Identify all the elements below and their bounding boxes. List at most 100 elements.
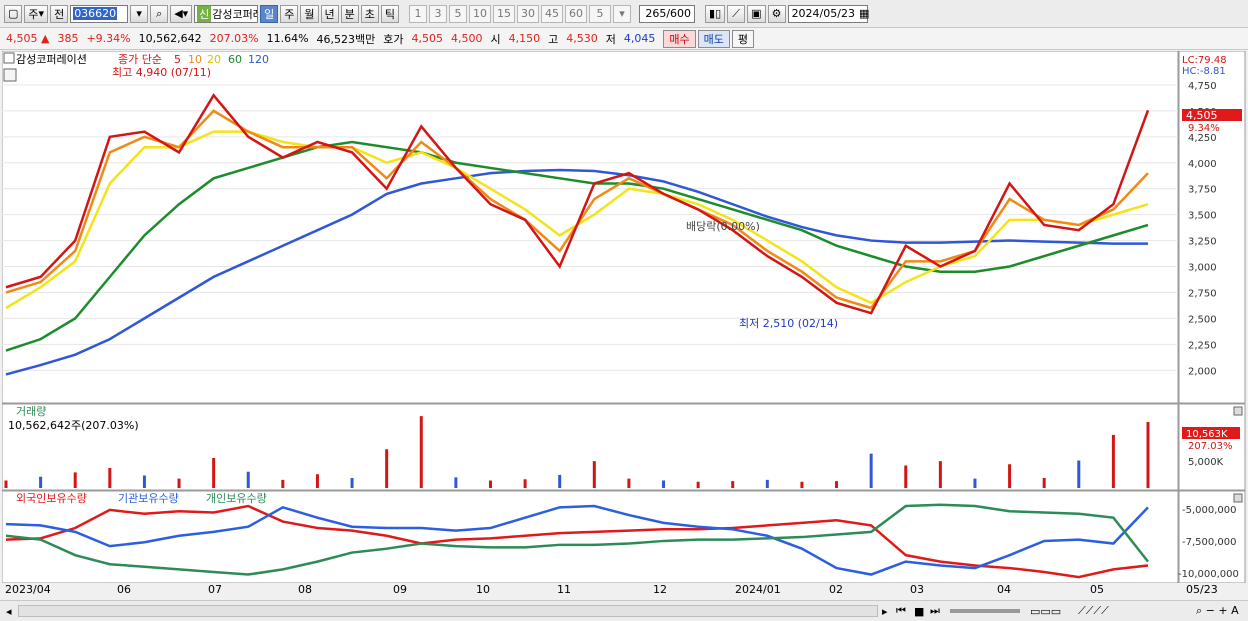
- price-tick-label: 3,750: [1188, 185, 1217, 196]
- holdings-close-icon[interactable]: [1233, 493, 1243, 503]
- ma-20-label: 20: [207, 53, 221, 66]
- volume-bar: [1042, 478, 1046, 488]
- volume-bar: [385, 449, 389, 488]
- x-label-0523: 05/23: [1186, 583, 1218, 596]
- period-day-button[interactable]: 일: [260, 4, 279, 23]
- low-price: 4,045: [623, 32, 656, 45]
- volume-bar: [835, 481, 839, 488]
- bottom-scrollbar[interactable]: ◂ ▸ ⏮ ■ ⏭ ▭▭▭ ⟋⟋⟋⟋ ⌕ − + A: [0, 600, 1248, 621]
- first-page-icon[interactable]: ⏮: [896, 604, 906, 618]
- stock-code-input[interactable]: 036620: [70, 4, 129, 23]
- x-label-06: 06: [117, 583, 131, 596]
- volume-bar: [177, 478, 181, 488]
- volume-bar: [731, 481, 735, 488]
- price-tick-label: 4,000: [1188, 159, 1217, 170]
- candle-type-icon[interactable]: ▮▯: [705, 4, 726, 23]
- x-label-11: 11: [557, 583, 571, 596]
- panel-toggle-icon[interactable]: [3, 52, 15, 64]
- volume-last-tag: 10,563K: [1186, 429, 1228, 440]
- code-dropdown-button[interactable]: ▾: [130, 4, 149, 23]
- zoom-tools-icons[interactable]: ⌕ − + A: [1196, 604, 1239, 618]
- interval-15-button[interactable]: 15: [493, 4, 516, 23]
- current-price: 4,505 ▲: [6, 32, 49, 45]
- period-minute-button[interactable]: 분: [340, 4, 359, 23]
- price-change-pct: +9.34%: [86, 32, 131, 45]
- price-tick-label: 4,250: [1188, 133, 1217, 144]
- x-label-03: 03: [910, 583, 924, 596]
- scroll-left-icon[interactable]: ◂: [6, 605, 12, 618]
- period-month-button[interactable]: 월: [300, 4, 319, 23]
- volume-bar: [523, 479, 527, 488]
- gear-icon[interactable]: ⚙: [767, 4, 786, 23]
- x-label-02: 02: [829, 583, 843, 596]
- stock-name-field[interactable]: 신 감성코퍼레: [194, 4, 259, 23]
- chart-area[interactable]: 감성코퍼레이션 종가 단순 5 10 20 60 120 최고 4,940 (0…: [1, 50, 1246, 586]
- x-label-09: 09: [393, 583, 407, 596]
- interval-5-button[interactable]: 5: [449, 4, 468, 23]
- stock-chart-svg[interactable]: 감성코퍼레이션 종가 단순 5 10 20 60 120 최고 4,940 (0…: [1, 50, 1246, 584]
- volume-panel-bg: [1, 403, 1179, 491]
- interval-10-button[interactable]: 10: [469, 4, 492, 23]
- individual-holding-label: 개인보유수량: [206, 492, 267, 505]
- volume-bar: [1008, 464, 1012, 488]
- volume-bar: [869, 453, 873, 488]
- data-count-field[interactable]: 265/600: [639, 4, 696, 23]
- interval-dropdown-button[interactable]: ▾: [613, 4, 632, 23]
- period-year-button[interactable]: 년: [320, 4, 339, 23]
- save-icon[interactable]: ▣: [747, 4, 766, 23]
- draw-tools-icons[interactable]: ⟋⟋⟋⟋: [1078, 604, 1109, 618]
- sell-button[interactable]: 매도: [697, 29, 730, 48]
- buy-button[interactable]: 매수: [663, 29, 696, 48]
- next-page-icon[interactable]: ⏭: [930, 604, 940, 618]
- search-icon[interactable]: ⌕: [150, 4, 169, 23]
- ma-10-label: 10: [188, 53, 202, 66]
- volume-bar: [246, 471, 250, 488]
- layout-icons[interactable]: ▭▭▭: [1030, 605, 1061, 618]
- period-tick-button[interactable]: 틱: [380, 4, 400, 23]
- scroll-right-icon[interactable]: ▸: [882, 605, 888, 618]
- ma-60-label: 60: [228, 53, 242, 66]
- low-annotation: 최저 2,510 (02/14): [739, 317, 838, 330]
- period-second-button[interactable]: 초: [360, 4, 379, 23]
- interval-value-field[interactable]: 5: [589, 4, 612, 23]
- dividend-annotation: 배당락(0.00%): [686, 220, 760, 233]
- institution-holding-label: 기관보유수량: [118, 492, 179, 505]
- volume-bar: [1111, 434, 1115, 488]
- interval-60-button[interactable]: 60: [565, 4, 588, 23]
- volume-bar: [592, 461, 596, 488]
- volume-close-icon[interactable]: [1233, 406, 1243, 416]
- interval-45-button[interactable]: 45: [541, 4, 564, 23]
- stock-code-value: 036620: [73, 7, 118, 20]
- speaker-icon[interactable]: ◀▾: [170, 4, 193, 23]
- volume-value-label: 10,562,642주(207.03%): [8, 419, 139, 432]
- ma-120-label: 120: [248, 53, 269, 66]
- turnover-rate: 11.64%: [266, 32, 309, 45]
- high-price: 4,530: [566, 32, 598, 45]
- chart-settings-icon[interactable]: ▢: [4, 4, 23, 23]
- volume-bar: [281, 479, 285, 488]
- volume-bar: [558, 474, 562, 488]
- price-tick-label: 2,500: [1188, 314, 1217, 325]
- volume-bar: [142, 475, 146, 488]
- calendar-icon[interactable]: ▦: [859, 7, 869, 20]
- avg-price-button[interactable]: 평: [731, 29, 755, 48]
- volume-bar: [108, 468, 112, 488]
- stop-icon[interactable]: ■: [914, 605, 924, 618]
- high-annotation: 최고 4,940 (07/11): [112, 66, 211, 79]
- market-type-select[interactable]: 주 ▾: [24, 4, 49, 23]
- zoom-slider[interactable]: [950, 609, 1020, 613]
- period-week-button[interactable]: 주: [280, 4, 299, 23]
- volume-bar: [904, 465, 908, 488]
- trend-line-icon[interactable]: ⟋: [727, 4, 746, 23]
- scroll-track[interactable]: [18, 605, 878, 617]
- prev-button[interactable]: 전: [50, 4, 69, 23]
- interval-3-button[interactable]: 3: [429, 4, 448, 23]
- last-pct-tag: 9.34%: [1188, 123, 1220, 134]
- interval-1-button[interactable]: 1: [409, 4, 428, 23]
- top-toolbar: ▢ 주 ▾ 전 036620 ▾ ⌕ ◀▾ 신 감성코퍼레 일 주 월 년 분 초 …: [0, 0, 1248, 28]
- date-field[interactable]: 2024/05/23 ▦: [787, 4, 869, 23]
- grid-toggle-icon[interactable]: [3, 68, 17, 82]
- up-arrow-icon: ▲: [41, 32, 50, 45]
- interval-30-button[interactable]: 30: [517, 4, 540, 23]
- ask-price: 4,505: [411, 32, 444, 45]
